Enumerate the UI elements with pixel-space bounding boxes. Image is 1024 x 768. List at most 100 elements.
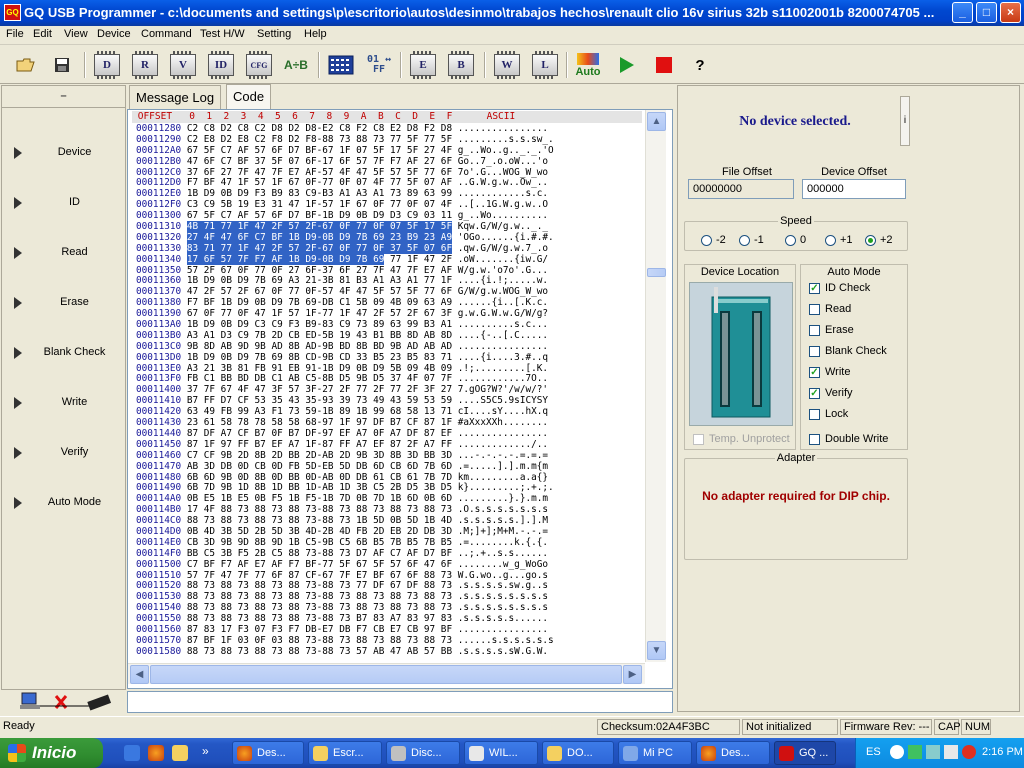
hex-row-bytes[interactable]: 37 6F 27 7F 47 7F E7 AF-57 4F 47 5F 57 5… [187, 167, 452, 178]
write-checkbox[interactable]: ✓ Write [809, 366, 850, 378]
hex-row-bytes[interactable]: A3 A1 D3 C9 7B 2D CB ED-5B 19 43 B1 BB 8… [187, 330, 452, 341]
hex-row-bytes[interactable]: 4B 71 77 1F 47 2F 57 2F-67 0F 77 0F 07 5… [186, 221, 453, 233]
hex-row-bytes[interactable]: 87 BF 1F 03 0F 03 88 73-88 73 88 73 88 7… [187, 635, 452, 646]
scroll-left-icon[interactable]: ◀ [130, 665, 149, 684]
hex-row-bytes[interactable]: 47 2F 57 2F 67 0F 77 0F-57 4F 47 5F 57 5… [187, 286, 452, 297]
task-gq-programmer[interactable]: GQ ... [774, 741, 836, 765]
speed-option-m2[interactable]: -2 [701, 234, 726, 246]
volume-icon[interactable] [944, 745, 958, 759]
config-button[interactable]: CFG [244, 50, 274, 80]
help-tray-icon[interactable] [890, 745, 904, 759]
hex-row-bytes[interactable]: 88 73 88 73 88 73 88 73-88 73 77 DF 67 D… [187, 580, 452, 591]
auto-button[interactable]: Auto [572, 50, 604, 80]
hex-row-bytes[interactable]: C7 BF F7 AF E7 AF F7 BF-77 5F 67 5F 57 6… [187, 559, 452, 570]
hex-row-bytes[interactable]: 88 73 88 73 88 73 88 73-88 73 1B 5D 0B 5… [187, 515, 452, 526]
hex-row-bytes[interactable]: 67 0F 77 0F 47 1F 57 1F-77 1F 47 2F 57 2… [187, 308, 452, 319]
hex-row-bytes[interactable]: 6B 6D 9B 0D 8B 0D BB 0D-AB 0D DB 61 CB 6… [187, 472, 452, 483]
task-do[interactable]: DO... [542, 741, 614, 765]
stop-button[interactable] [650, 50, 678, 80]
compare-button[interactable]: A÷B [280, 50, 312, 80]
hex-row-bytes[interactable]: B7 FF D7 CF 53 35 43 35-93 39 73 49 43 5… [187, 395, 452, 406]
menu-test-hw[interactable]: Test H/W [200, 28, 245, 40]
network-icon[interactable] [908, 745, 922, 759]
task-disc[interactable]: Disc... [386, 741, 460, 765]
hex-row-bytes[interactable]: 1B D9 0B D9 C3 C9 F3 B9-83 C9 73 89 63 9… [187, 319, 452, 330]
temp-unprotect-checkbox[interactable]: Temp. Unprotect [693, 433, 790, 445]
maximize-button[interactable]: □ [976, 2, 997, 23]
hex-row-bytes[interactable]: F7 BF 1B D9 0B D9 7B 69-DB C1 5B 09 4B 0… [187, 297, 452, 308]
command-panel-collapse[interactable]: – [2, 86, 125, 108]
hex-row-bytes[interactable]: 83 71 77 1F 47 2F 57 2F-67 0F 77 0F 37 5… [186, 242, 453, 254]
tray-app-icon[interactable] [926, 745, 940, 759]
task-wil[interactable]: WIL... [464, 741, 538, 765]
hex-row-bytes[interactable]: C7 CF 9B 2D 8B 2D BB 2D-AB 2D 9B 3D 8B 3… [187, 450, 452, 461]
hex-row-bytes[interactable]: 17 4F 88 73 88 73 88 73-88 73 88 73 88 7… [187, 504, 452, 515]
task-firefox-1[interactable]: Des... [232, 741, 304, 765]
clock[interactable]: 2:16 PM [982, 746, 1023, 758]
command-id[interactable]: ID [6, 184, 123, 224]
hex-row-bytes[interactable]: 1B D9 0B D9 7B 69 A3 21-3B 81 B3 A1 A3 A… [187, 275, 452, 287]
tab-message-log[interactable]: Message Log [129, 85, 222, 109]
security-alert-icon[interactable] [962, 745, 976, 759]
hex-vertical-scrollbar[interactable]: ▲ ▼ [645, 110, 666, 662]
lock-button[interactable]: L [530, 50, 560, 80]
hex-horizontal-scrollbar[interactable]: ◀ ▶ [128, 663, 645, 684]
write-button[interactable]: W [492, 50, 522, 80]
task-firefox-2[interactable]: Des... [696, 741, 770, 765]
hex-row-bytes[interactable]: AB 3D DB 0D CB 0D FB 5D-EB 5D DB 6D CB 6… [187, 461, 452, 472]
start-button[interactable]: Inicio [0, 738, 103, 768]
hex-row-bytes[interactable]: 0B E5 1B E5 0B F5 1B F5-1B 7D 0B 7D 1B 6… [187, 493, 452, 504]
speed-option-0[interactable]: 0 [785, 234, 806, 246]
save-button[interactable] [48, 50, 76, 80]
language-indicator[interactable]: ES [866, 746, 881, 758]
device-info-button[interactable]: i [900, 96, 910, 146]
hex-row-bytes[interactable]: CB 3D 9B 9D 8B 9D 1B C5-9B C5 6B B5 7B B… [187, 537, 452, 548]
erase-button[interactable]: E [408, 50, 438, 80]
hex-row-bytes[interactable]: 87 1F 97 FF B7 EF A7 1F-87 FF A7 EF 87 2… [187, 439, 452, 450]
read-checkbox[interactable]: Read [809, 303, 851, 315]
quicklaunch-more-icon[interactable]: » [202, 744, 209, 758]
lock-checkbox[interactable]: Lock [809, 408, 848, 420]
menu-command[interactable]: Command [141, 28, 192, 40]
hex-row-bytes[interactable]: 23 61 58 78 78 58 58 68-97 1F 97 DF B7 C… [187, 417, 452, 428]
command-read[interactable]: Read [6, 234, 123, 274]
hex-row-bytes[interactable]: 88 73 88 73 88 73 88 73-88 73 57 AB 47 A… [187, 646, 452, 657]
menu-setting[interactable]: Setting [257, 28, 291, 40]
read-d-button[interactable]: D [92, 50, 122, 80]
device-offset-field[interactable]: 000000 [802, 179, 906, 199]
hex-row-bytes[interactable]: 9B 8D AB 9D 9B AD 8B AD-9B BD 8B BD 9B A… [187, 341, 452, 352]
command-write[interactable]: Write [6, 384, 123, 424]
hex-row-bytes[interactable]: 0B 4D 3B 5D 2B 5D 3B 4D-2B 4D FB 2D EB 2… [187, 526, 452, 537]
hex-row-bytes[interactable]: 88 73 88 73 88 73 88 73-88 73 88 73 88 7… [187, 591, 452, 602]
hex-row-bytes[interactable]: C3 C9 5B 19 E3 31 47 1F-57 1F 67 0F 77 0… [187, 199, 452, 210]
command-erase[interactable]: Erase [6, 284, 123, 324]
hex-row-bytes[interactable]: 37 7F 67 4F 47 3F 57 3F-27 2F 77 2F 77 2… [187, 384, 452, 395]
read-r-button[interactable]: R [130, 50, 160, 80]
verify-v-button[interactable]: V [168, 50, 198, 80]
hex-row-bytes[interactable]: 6B 7D 9B 1D 8B 1D BB 1D-AB 1D 3B C5 2B D… [187, 482, 452, 493]
scroll-right-icon[interactable]: ▶ [623, 665, 642, 684]
id-button[interactable]: ID [206, 50, 236, 80]
id-check-checkbox[interactable]: ✓ ID Check [809, 282, 870, 294]
hex-row-bytes[interactable]: A3 21 3B 81 FB 91 EB 91-1B D9 0B D9 5B 0… [187, 363, 452, 374]
command-auto-mode[interactable]: Auto Mode [6, 484, 123, 524]
hex-row-bytes[interactable]: 27 4F 47 6F C7 BF 1B D9-0B D9 7B 69 23 B… [186, 231, 453, 243]
hex-row-bytes[interactable]: 87 DF A7 CF B7 0F B7 DF-97 EF A7 0F A7 D… [187, 428, 452, 439]
hex-row[interactable]: 00011580 88 73 88 73 88 73 88 73-88 73 5… [136, 646, 646, 658]
media-icon[interactable] [172, 745, 188, 761]
scroll-down-icon[interactable]: ▼ [647, 641, 666, 660]
command-input[interactable] [127, 691, 673, 713]
speed-option-m1[interactable]: -1 [739, 234, 764, 246]
menu-file[interactable]: File [6, 28, 24, 40]
menu-device[interactable]: Device [97, 28, 131, 40]
speed-option-p2[interactable]: +2 [865, 234, 893, 246]
minimize-button[interactable]: _ [952, 2, 973, 23]
scroll-thumb[interactable] [647, 268, 666, 277]
blank-check-checkbox[interactable]: Blank Check [809, 345, 887, 357]
hex-row-bytes[interactable]: 67 5F C7 AF 57 6F D7 BF-67 1F 07 5F 17 5… [187, 145, 452, 156]
hex-row-bytes[interactable]: F7 BF 47 1F 57 1F 67 0F-77 0F 07 4F 77 5… [187, 177, 452, 189]
command-device[interactable]: Device [6, 134, 123, 174]
speed-option-p1[interactable]: +1 [825, 234, 853, 246]
double-write-checkbox[interactable]: Double Write [809, 433, 888, 445]
hex-row-bytes[interactable]: 17 6F 57 7F F7 AF 1B D9-0B D9 7B 69 [186, 253, 385, 265]
